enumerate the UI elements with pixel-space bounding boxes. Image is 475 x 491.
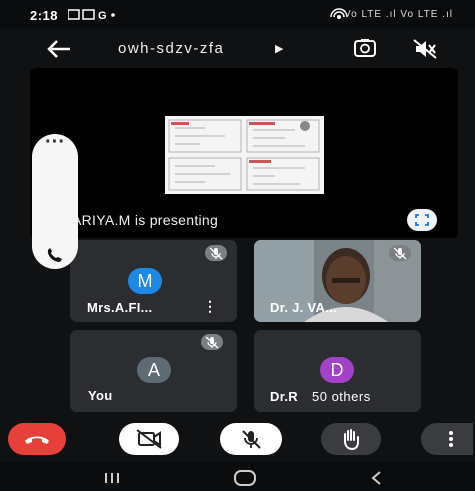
avatar: A	[137, 357, 171, 383]
mic-off-icon	[209, 247, 223, 260]
raise-hand-icon	[344, 429, 359, 451]
svg-text:G: G	[98, 10, 107, 21]
participant-name: You	[88, 388, 113, 403]
back-nav-icon[interactable]	[368, 469, 386, 487]
avatar: D	[320, 357, 354, 383]
audio-output-button[interactable]	[410, 36, 440, 62]
signal-indicators: Vo LTE .ıl Vo LTE .ıl	[343, 9, 453, 20]
status-time: 2:18	[30, 8, 59, 23]
more-vertical-icon[interactable]: ⋮	[203, 298, 217, 315]
more-vertical-icon	[449, 431, 453, 447]
switch-camera-button[interactable]	[350, 36, 380, 62]
arrow-left-icon	[47, 40, 70, 58]
more-horizontal-icon[interactable]: ···	[44, 132, 66, 152]
fullscreen-button[interactable]	[407, 209, 437, 231]
call-panel-button[interactable]	[43, 246, 67, 266]
home-icon[interactable]	[232, 469, 258, 487]
meeting-code[interactable]: owh-sdzv-zfa	[118, 40, 224, 57]
raise-hand-button[interactable]	[321, 423, 381, 455]
participant-name: Mrs.A.FI...	[87, 300, 153, 315]
end-call-button[interactable]	[8, 423, 66, 455]
fullscreen-icon	[415, 214, 429, 226]
recent-apps-icon[interactable]	[100, 470, 124, 486]
camera-toggle-button[interactable]	[119, 423, 179, 455]
avatar: M	[128, 268, 162, 294]
mic-off-icon	[393, 247, 407, 260]
mic-toggle-button[interactable]	[220, 423, 282, 455]
mic-off-icon	[242, 430, 261, 449]
mic-off-icon	[205, 336, 219, 349]
mic-off-badge	[205, 245, 227, 261]
speaker-off-icon	[413, 39, 437, 59]
presenter-label: ARIYA.M is presenting	[72, 212, 219, 228]
phone-icon	[47, 248, 62, 262]
camera-switch-icon	[354, 39, 376, 57]
notification-icons: G	[68, 9, 115, 21]
camera-off-icon	[136, 429, 162, 449]
caret-right-icon[interactable]: ▶	[275, 42, 283, 55]
others-count-label: 50 others	[312, 389, 371, 404]
participant-name: Dr.R	[270, 389, 298, 404]
participant-name: Dr. J. VA...	[270, 300, 337, 315]
mic-off-badge	[201, 334, 223, 350]
back-button[interactable]	[44, 37, 74, 61]
more-options-button[interactable]	[421, 423, 473, 455]
shared-screen-content	[165, 116, 324, 194]
mic-off-badge	[389, 245, 411, 261]
phone-hangup-icon	[25, 436, 49, 444]
